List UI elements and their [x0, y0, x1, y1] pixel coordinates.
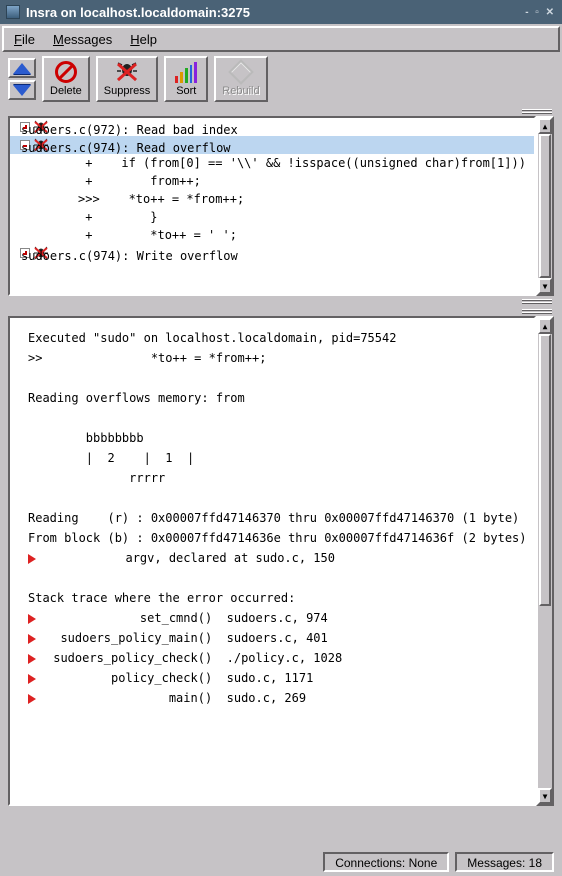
scrollbar-top[interactable]: ▲ ▼	[536, 116, 554, 296]
message-text: + }	[78, 210, 157, 224]
window-controls[interactable]: - ▫ ✕	[525, 7, 556, 18]
message-row[interactable]: + if (from[0] == '\\' && !isspace((unsig…	[10, 154, 534, 172]
rebuild-button[interactable]: Rebuild	[214, 56, 267, 102]
scroll-down-button[interactable]: ▼	[538, 278, 552, 294]
arrow-up-icon	[13, 63, 31, 74]
scroll-up-button[interactable]: ▲	[538, 118, 552, 134]
pane-handle-top[interactable]	[2, 106, 560, 116]
expand-tri-icon[interactable]	[28, 614, 36, 624]
detail-diagram-line: | 2 | 1 |	[28, 448, 516, 468]
delete-icon	[55, 61, 77, 83]
message-text: >>> *to++ = *from++;	[78, 192, 244, 206]
suppress-icon	[116, 61, 138, 83]
menu-file[interactable]: File	[10, 30, 39, 49]
expand-icon[interactable]: sudoers.c(974): Write overflow	[18, 246, 32, 260]
window-title: Insra on localhost.localdomain:3275	[26, 5, 525, 20]
toolbar: Delete Suppress Sort Rebuild	[2, 52, 560, 106]
message-row[interactable]: + }	[10, 208, 534, 226]
expand-tri-icon[interactable]	[28, 654, 36, 664]
stack-frame[interactable]: policy_check() sudo.c, 1171	[28, 668, 516, 688]
pane-handle-bot[interactable]	[2, 306, 560, 316]
detail-marker: >> *to++ = *from++;	[28, 348, 516, 368]
expand-tri-icon[interactable]	[28, 554, 36, 564]
detail-reading: Reading (r) : 0x00007ffd47146370 thru 0x…	[28, 508, 516, 528]
stack-frame[interactable]: sudoers_policy_check() ./policy.c, 1028	[28, 648, 516, 668]
suppress-button[interactable]: Suppress	[96, 56, 158, 102]
stack-frame[interactable]: set_cmnd() sudoers.c, 974	[28, 608, 516, 628]
arrow-down-icon	[13, 85, 31, 96]
message-row[interactable]: sudoers.c(974): Read overflow	[10, 136, 534, 154]
stack-frame[interactable]: main() sudo.c, 269	[28, 688, 516, 708]
scrollbar-bottom[interactable]: ▲ ▼	[536, 316, 554, 806]
stack-frame[interactable]: sudoers_policy_main() sudoers.c, 401	[28, 628, 516, 648]
detail-diagram-line: bbbbbbbb	[28, 428, 516, 448]
message-row[interactable]: >>> *to++ = *from++;	[10, 190, 534, 208]
app-icon	[6, 5, 20, 19]
menubar: File Messages Help	[2, 26, 560, 52]
message-row[interactable]: + *to++ = ' ';	[10, 226, 534, 244]
prev-button[interactable]	[8, 58, 36, 78]
detail-pane: Executed "sudo" on localhost.localdomain…	[8, 316, 536, 806]
expand-tri-icon[interactable]	[28, 634, 36, 644]
message-text: + *to++ = ' ';	[78, 228, 237, 242]
detail-diagram-line: rrrrr	[28, 468, 516, 488]
message-text: + from++;	[78, 174, 201, 188]
message-row[interactable]: sudoers.c(972): Read bad index	[10, 118, 534, 136]
status-bar: Connections: None Messages: 18	[2, 850, 560, 874]
sort-button[interactable]: Sort	[164, 56, 208, 102]
expand-icon[interactable]: sudoers.c(972): Read bad index	[18, 120, 32, 134]
expand-tri-icon[interactable]	[28, 694, 36, 704]
sort-icon	[175, 61, 197, 83]
rebuild-icon	[230, 61, 252, 83]
detail-exec: Executed "sudo" on localhost.localdomain…	[28, 328, 516, 348]
status-connections: Connections: None	[323, 852, 449, 872]
stack-heading: Stack trace where the error occurred:	[28, 588, 516, 608]
detail-argv[interactable]: argv, declared at sudo.c, 150	[28, 548, 516, 568]
message-row[interactable]: sudoers.c(974): Write overflow	[10, 244, 534, 262]
scroll-up-button[interactable]: ▲	[538, 318, 552, 334]
next-button[interactable]	[8, 80, 36, 100]
detail-fromblock: From block (b) : 0x00007ffd4714636e thru…	[28, 528, 516, 548]
scroll-down-button[interactable]: ▼	[538, 788, 552, 804]
expand-tri-icon[interactable]	[28, 674, 36, 684]
status-messages: Messages: 18	[455, 852, 554, 872]
message-text: + if (from[0] == '\\' && !isspace((unsig…	[78, 156, 526, 170]
message-row[interactable]: + from++;	[10, 172, 534, 190]
detail-heading: Reading overflows memory: from	[28, 388, 516, 408]
menu-messages[interactable]: Messages	[49, 30, 116, 49]
pane-splitter[interactable]	[2, 296, 560, 306]
menu-help[interactable]: Help	[126, 30, 161, 49]
delete-button[interactable]: Delete	[42, 56, 90, 102]
titlebar[interactable]: Insra on localhost.localdomain:3275 - ▫ …	[0, 0, 562, 24]
message-list-pane: sudoers.c(972): Read bad index sudoers.c…	[8, 116, 536, 296]
collapse-icon[interactable]: sudoers.c(974): Read overflow	[18, 138, 32, 152]
